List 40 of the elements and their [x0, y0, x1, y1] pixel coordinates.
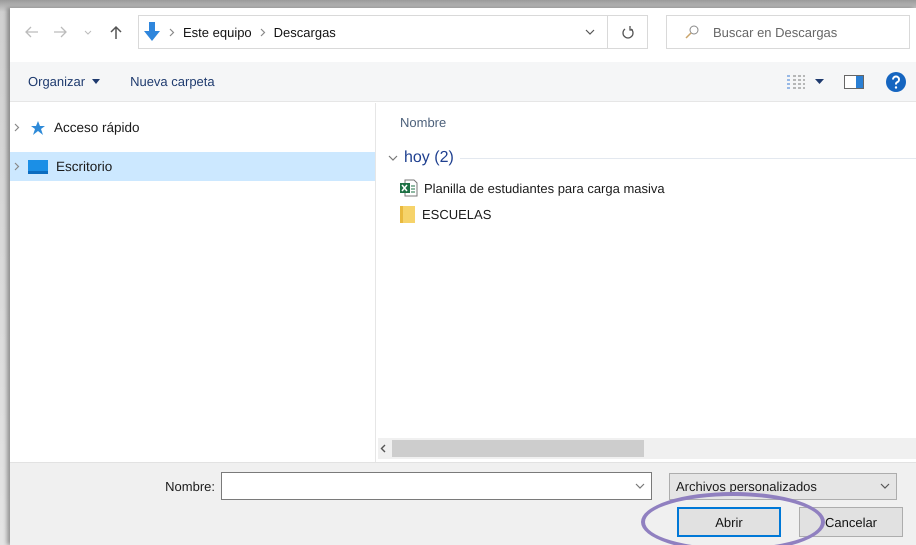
file-item[interactable]: ESCUELAS	[386, 201, 492, 227]
dropdown-caret-icon	[92, 79, 100, 84]
column-header[interactable]: Nombre	[386, 114, 446, 130]
search-icon	[685, 25, 699, 39]
file-type-dropdown[interactable]: Archivos personalizados	[669, 472, 897, 500]
toolbar-button[interactable]: Nueva carpeta	[124, 70, 221, 93]
expand-chevron-icon	[14, 123, 20, 132]
file-name-field[interactable]	[221, 472, 652, 500]
preview-pane-icon[interactable]	[844, 74, 864, 88]
search-box[interactable]: Buscar en Descargas	[666, 15, 910, 49]
group-collapse-icon[interactable]	[388, 155, 398, 161]
view-caret-icon[interactable]	[815, 79, 824, 84]
type-dropdown-icon	[880, 483, 890, 489]
file-item[interactable]: Planilla de estudiantes para carga masiva	[386, 175, 665, 201]
desktop-icon	[28, 160, 48, 174]
breadcrumb-item[interactable]: Descargas	[274, 24, 336, 40]
breadcrumb-separator-icon	[260, 28, 266, 36]
up-arrow-icon[interactable]	[110, 25, 122, 39]
help-icon[interactable]	[886, 72, 906, 92]
address-bar[interactable]: Este equipo Descargas	[138, 15, 608, 49]
sidebar-item[interactable]: Escritorio	[10, 152, 375, 181]
spreadsheet-icon	[400, 179, 418, 197]
field-label: Nombre:	[164, 478, 216, 494]
dialog-button[interactable]: Cancelar	[799, 507, 903, 537]
address-dropdown-icon	[585, 29, 595, 35]
search-field[interactable]: Buscar en Descargas	[711, 24, 901, 40]
breadcrumb-item[interactable]: Este equipo	[183, 24, 252, 40]
refresh-icon[interactable]	[622, 26, 634, 38]
toolbar-button[interactable]: Organizar	[22, 70, 106, 93]
expand-chevron-icon	[14, 162, 20, 171]
scroll-left-icon[interactable]	[380, 444, 386, 453]
dialog-button[interactable]: Abrir	[677, 507, 781, 537]
name-dropdown-icon	[635, 483, 645, 489]
group-header[interactable]: hoy (2)	[404, 149, 454, 167]
download-arrow-icon	[143, 22, 161, 42]
view-options-icon[interactable]	[787, 74, 805, 88]
folder-icon	[400, 205, 416, 223]
horizontal-scrollbar[interactable]	[378, 438, 916, 459]
breadcrumb-separator-icon	[169, 28, 175, 36]
sidebar-item[interactable]: Acceso rápido	[10, 113, 375, 142]
